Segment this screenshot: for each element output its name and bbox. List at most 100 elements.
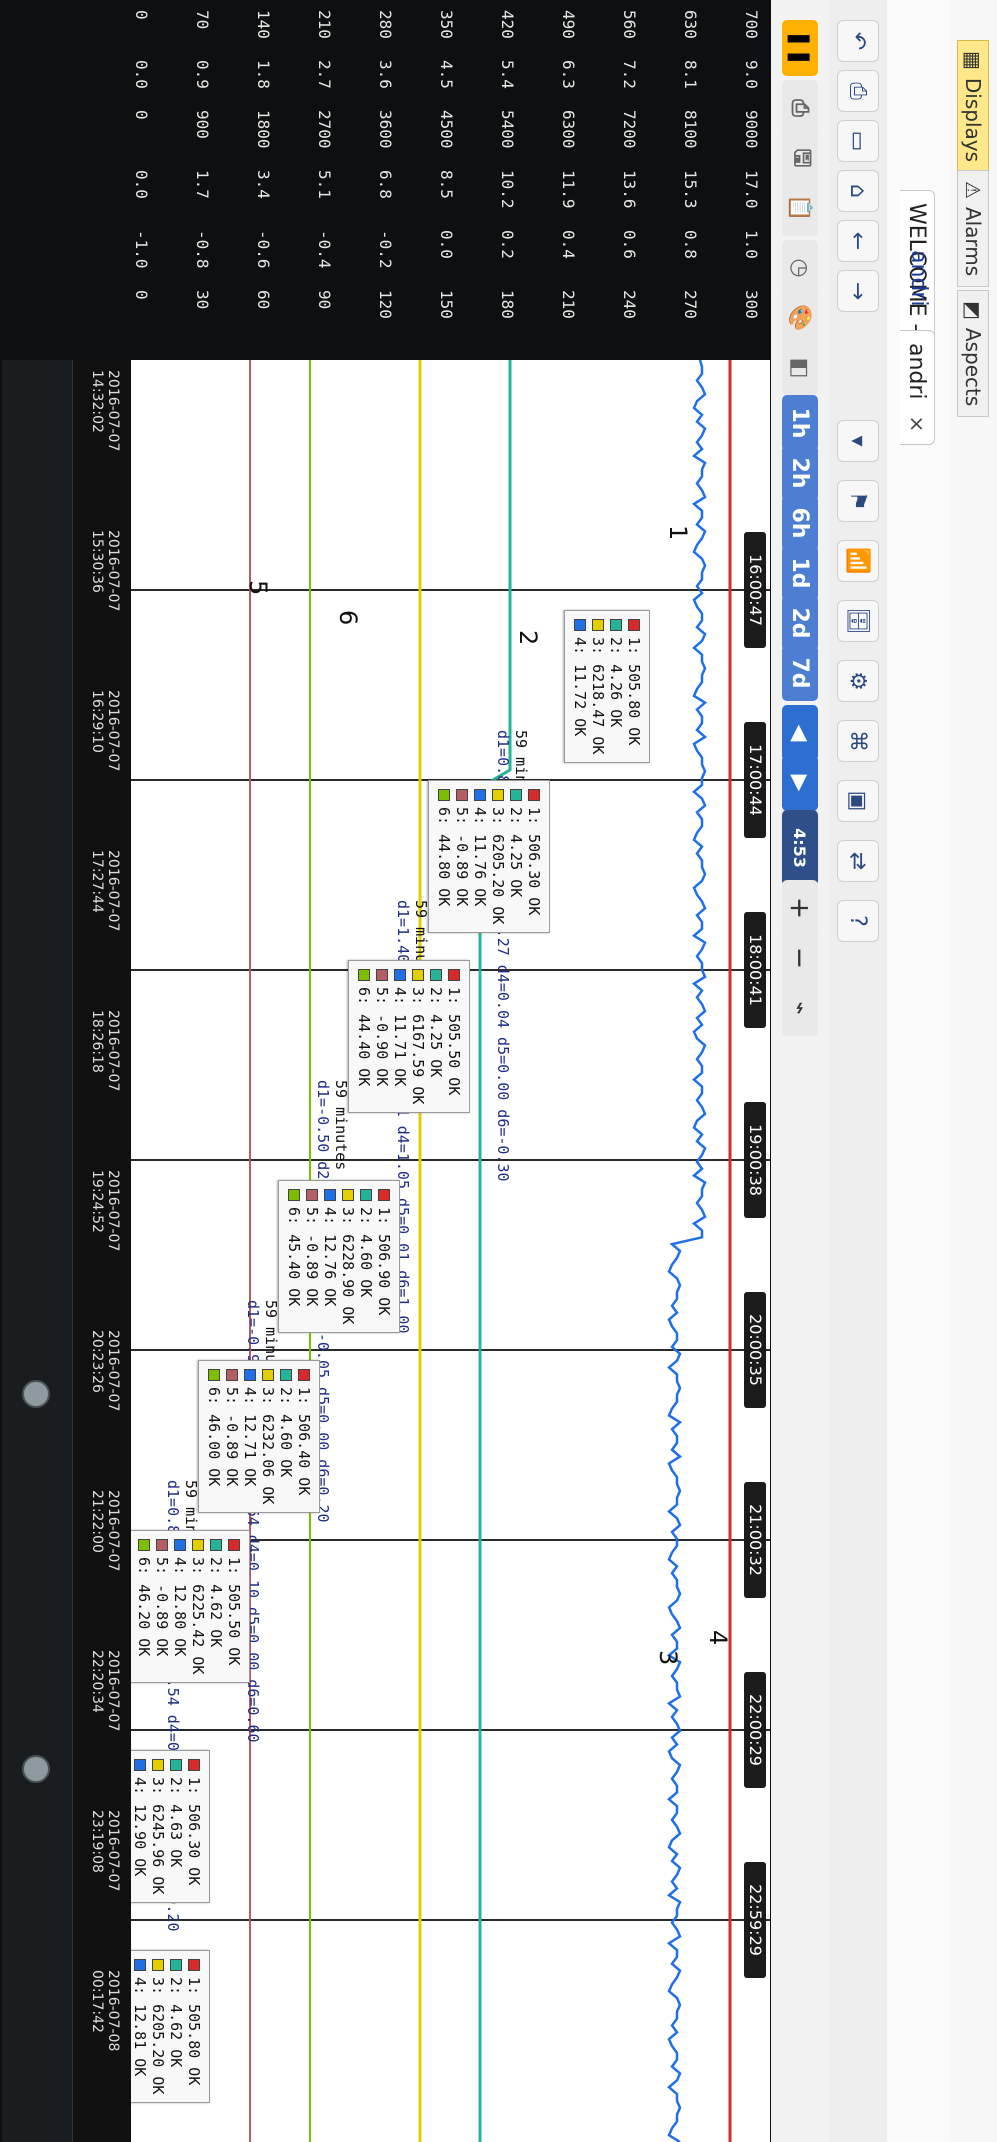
rotated-ui: ▦ Displays ⚠ Alarms ◩ Aspects WELCOME - … — [0, 0, 997, 2142]
y-axis-4-tick: 0.0 — [132, 170, 151, 199]
value-tooltip[interactable]: 1: 506.40 OK 2: 4.60 OK 3: 6232.06 OK 4: 12… — [198, 1360, 320, 1514]
value-tooltip[interactable]: 1: 505.50 OK 2: 4.25 OK 3: 6167.59 OK 4: 11… — [348, 960, 470, 1114]
back-icon[interactable]: ↶ — [837, 20, 879, 62]
tooltip-text: 4: 12.90 OK — [131, 1777, 149, 1877]
time-box[interactable]: 4:53 — [782, 810, 818, 886]
compare-icon[interactable]: ⇄ — [837, 840, 879, 882]
y-axis-3-tick: 2700 — [315, 110, 334, 149]
tooltip-text: 1: 506.40 OK — [295, 1387, 313, 1496]
range-7d-button[interactable]: 7d — [782, 645, 818, 701]
tooltip-text: 6: 44.40 OK — [355, 987, 373, 1087]
y-axis-6-tick: 300 — [742, 290, 761, 319]
value-tooltip[interactable]: 1: 506.30 OK 2: 4.25 OK 3: 6205.20 OK 4: 11… — [428, 780, 550, 934]
tooltip-line: 2: 4.62 OK — [207, 1539, 225, 1674]
tooltip-line: 1: 506.40 OK — [295, 1369, 313, 1504]
tooltip-text: 3: 6245.96 OK — [149, 1777, 167, 1895]
printer-icon[interactable]: ⎙ — [837, 70, 879, 112]
time-top: 19:00:38 — [746, 1124, 765, 1196]
handwritten-mark: 6 — [334, 610, 362, 625]
handwritten-mark: 4 — [704, 1630, 732, 1645]
y-axis-1-tick: 560 — [620, 10, 639, 39]
save-icon[interactable]: 🖫 — [782, 130, 818, 186]
play-forward-button[interactable]: ▶ — [782, 755, 818, 811]
tab-displays[interactable]: ▦ Displays — [957, 40, 989, 174]
legend-swatch — [394, 969, 406, 981]
tooltip-text: 4: 12.76 OK — [321, 1207, 339, 1307]
range-2d-button[interactable]: 2d — [782, 595, 818, 651]
range-6h-button[interactable]: 6h — [782, 495, 818, 551]
legend-swatch — [430, 969, 442, 981]
scroll-handle-left[interactable] — [22, 1380, 50, 1408]
legend-swatch — [134, 1959, 146, 1971]
play-back-button[interactable]: ◀ — [782, 705, 818, 761]
y-axis-1-tick: 490 — [559, 10, 578, 39]
database-icon[interactable]: 🗄 — [837, 600, 879, 642]
help-icon[interactable]: ? — [837, 900, 879, 942]
y-axis-6-tick: 210 — [559, 290, 578, 319]
dropdown-icon[interactable]: ▾ — [837, 420, 879, 462]
monitor-icon[interactable]: ▭ — [837, 120, 879, 162]
range-1h-button[interactable]: 1h — [782, 395, 818, 451]
timeline-scrollbar[interactable] — [2, 360, 73, 2142]
x-tick-time: 00:17:42 — [89, 1970, 105, 2033]
tooltip-line: 6: 44.40 OK — [355, 969, 373, 1104]
range-2h-button[interactable]: 2h — [782, 445, 818, 501]
y-axis-4-tick: 17.0 — [742, 170, 761, 209]
legend-swatch — [152, 1759, 164, 1771]
value-tooltip[interactable]: 1: 506.90 OK 2: 4.60 OK 3: 6228.90 OK 4: 12… — [278, 1180, 400, 1334]
value-tooltip[interactable]: 1: 505.80 OK 2: 4.26 OK 3: 6218.47 OK 4: 11… — [564, 610, 650, 764]
browser-icon[interactable]: ▣ — [837, 780, 879, 822]
home-icon[interactable]: ⌂ — [837, 170, 879, 212]
y-axis-4-tick: 6.8 — [376, 170, 395, 199]
tab-alarms[interactable]: ⚠ Alarms — [957, 170, 989, 288]
trend-icon[interactable]: ⌁ — [782, 980, 818, 1036]
y-axis-2-tick: 7.2 — [620, 60, 639, 89]
gear-icon[interactable]: ⚙ — [837, 660, 879, 702]
zoom-out-icon[interactable]: － — [782, 930, 818, 986]
y-axis-1-tick: 420 — [498, 10, 517, 39]
paint-icon[interactable]: 🎨 — [782, 290, 818, 346]
y-axis-6-tick: 90 — [315, 290, 334, 310]
clipboard-icon[interactable]: 📋 — [782, 180, 818, 236]
display-icon: ▦ — [961, 51, 985, 70]
tooltip-text: 5: -0.90 OK — [373, 987, 391, 1087]
legend-swatch — [592, 619, 604, 631]
aspects-icon: ◩ — [961, 301, 985, 320]
y-axis-5-tick: 1.0 — [742, 230, 761, 259]
flashlight-icon[interactable]: ⚑ — [837, 480, 879, 522]
range-1d-button[interactable]: 1d — [782, 545, 818, 601]
doc-tab-andri[interactable]: andri × — [900, 330, 935, 446]
tooltip-line: 3: 6228.90 OK — [339, 1189, 357, 1324]
scroll-handle-right[interactable] — [22, 1755, 50, 1783]
x-tick-date: 2016-07-07 — [105, 1650, 121, 1732]
x-axis-tick: 2016-07-07 21:22:00 — [89, 1490, 121, 1610]
legend-swatch — [244, 1369, 256, 1381]
print-chart-icon[interactable]: ⎙ — [782, 80, 818, 136]
legend-swatch — [280, 1369, 292, 1381]
y-axis-6-tick: 270 — [681, 290, 700, 319]
tab-aspects[interactable]: ◩ Aspects — [957, 290, 989, 418]
wireless-icon[interactable]: 📶 — [837, 540, 879, 582]
zoom-in-icon[interactable]: ＋ — [782, 880, 818, 936]
tooltip-line: 1: 505.80 OK — [185, 1959, 203, 2094]
clock-icon[interactable]: ◷ — [782, 240, 818, 296]
tooltip-text: 6: 46.00 OK — [205, 1387, 223, 1487]
tag-icon[interactable]: ⌘ — [837, 720, 879, 762]
y-axis-4-tick: 1.7 — [193, 170, 212, 199]
legend-swatch — [574, 619, 586, 631]
y-axis-3-tick: 6300 — [559, 110, 578, 149]
x-tick-time: 23:19:08 — [89, 1810, 105, 1873]
layers-icon[interactable]: ◧ — [782, 340, 818, 396]
time-top: 22:59:29 — [746, 1884, 765, 1956]
y-axis-5-tick: -0.2 — [376, 230, 395, 269]
close-icon[interactable]: × — [905, 416, 929, 433]
x-tick-date: 2016-07-07 — [105, 1010, 121, 1092]
arrow-right-icon[interactable]: → — [837, 270, 879, 312]
tooltip-line: 2: 4.26 OK — [607, 619, 625, 754]
value-tooltip[interactable]: 1: 505.50 OK 2: 4.62 OK 3: 6225.42 OK 4: 12… — [128, 1530, 250, 1684]
legend-swatch — [360, 1189, 372, 1201]
plot-area[interactable]: 1 2 3 4 5 6 16:00:47 17:00:44 18:00:41 19:00:38 20… — [88, 359, 771, 2142]
pause-button[interactable]: ❚❚ — [782, 20, 818, 76]
tooltip-line: 4: 12.71 OK — [241, 1369, 259, 1504]
arrow-left-icon[interactable]: ← — [837, 220, 879, 262]
